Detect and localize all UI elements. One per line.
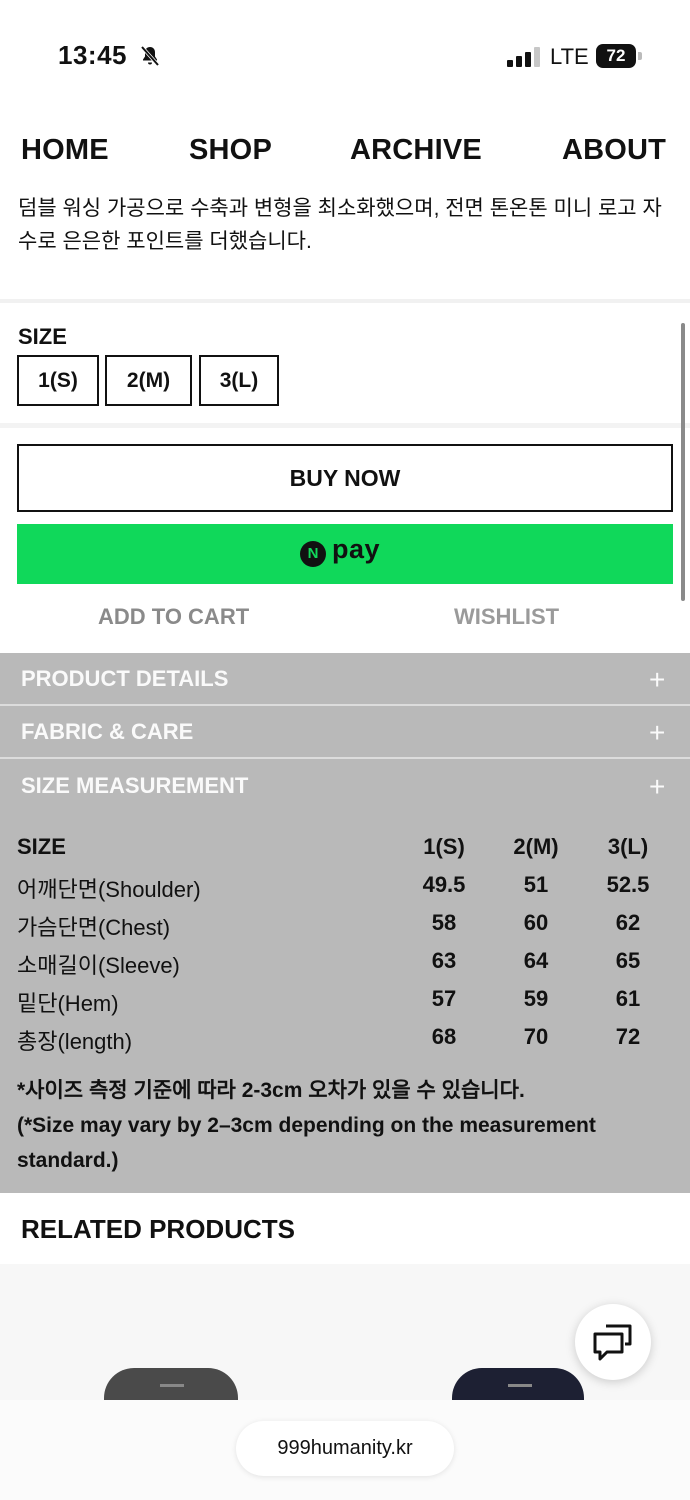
- nav-shop[interactable]: SHOP: [189, 134, 272, 167]
- accordion-title: PRODUCT DETAILS: [21, 666, 229, 691]
- add-to-cart-button[interactable]: ADD TO CART: [98, 604, 249, 630]
- scrollbar[interactable]: [681, 323, 685, 601]
- related-products-title: RELATED PRODUCTS: [21, 1214, 295, 1244]
- table-header-cell: SIZE: [17, 834, 66, 859]
- table-header-row: SIZE 1(S) 2(M) 3(L): [0, 830, 690, 868]
- accordion-size-measurement[interactable]: SIZE MEASUREMENT +: [0, 760, 690, 812]
- battery-level: 72: [606, 46, 626, 65]
- accordion-title: SIZE MEASUREMENT: [21, 773, 249, 798]
- status-bar: 13:45 LTE 72: [0, 0, 690, 100]
- table-header-cell: 3(L): [607, 834, 649, 859]
- table-header-cell: 2(M): [513, 834, 559, 859]
- table-cell: 49.5: [422, 872, 466, 897]
- accordion-product-details[interactable]: PRODUCT DETAILS +: [0, 653, 690, 705]
- size-option-m[interactable]: 2(M): [105, 355, 192, 406]
- table-cell: 64: [523, 948, 549, 973]
- table-cell: 63: [431, 948, 457, 973]
- table-row: 소매길이(Sleeve) 63 64 65: [0, 944, 690, 982]
- table-cell: 58: [431, 910, 457, 935]
- table-cell: 어깨단면(Shoulder): [17, 877, 201, 902]
- nav-about[interactable]: ABOUT: [562, 134, 666, 167]
- table-cell: 65: [615, 948, 641, 973]
- size-note-korean: *사이즈 측정 기준에 따라 2-3cm 오차가 있을 수 있습니다.: [17, 1079, 525, 1102]
- size-note: *사이즈 측정 기준에 따라 2-3cm 오차가 있을 수 있습니다. (*Si…: [17, 1073, 677, 1178]
- size-label: SIZE: [18, 324, 67, 349]
- npay-label: pay: [332, 534, 381, 564]
- table-cell: 소매길이(Sleeve): [17, 953, 180, 978]
- npay-button[interactable]: N pay: [17, 524, 673, 584]
- product-description: 덤블 워싱 가공으로 수축과 변형을 최소화했으며, 전면 톤온톤 미니 로고 …: [18, 197, 662, 253]
- chat-button[interactable]: [575, 1304, 651, 1380]
- table-cell: 총장(length): [17, 1029, 133, 1054]
- table-cell: 52.5: [606, 872, 650, 897]
- table-row: 어깨단면(Shoulder) 49.5 51 52.5: [0, 868, 690, 906]
- divider: [0, 299, 690, 303]
- size-option-l[interactable]: 3(L): [199, 355, 279, 406]
- table-cell: 밑단(Hem): [17, 991, 119, 1016]
- wishlist-button[interactable]: WISHLIST: [454, 604, 559, 630]
- chat-bubbles-icon: [593, 1324, 632, 1361]
- main-nav: HOME SHOP ARCHIVE ABOUT: [0, 134, 690, 174]
- table-cell: 61: [615, 986, 641, 1011]
- battery-icon: 72: [596, 44, 644, 68]
- table-cell: 59: [523, 986, 549, 1011]
- table-cell: 62: [615, 910, 641, 935]
- size-option-s[interactable]: 1(S): [17, 355, 99, 406]
- table-header-cell: 1(S): [423, 834, 465, 859]
- table-cell: 68: [431, 1024, 457, 1049]
- table-row: 밑단(Hem) 57 59 61: [0, 982, 690, 1020]
- address-bar[interactable]: 999humanity.kr: [236, 1421, 454, 1476]
- plus-icon[interactable]: +: [649, 666, 665, 694]
- size-note-english: (*Size may vary by 2–3cm depending on th…: [17, 1114, 596, 1172]
- nav-home[interactable]: HOME: [21, 134, 109, 167]
- table-cell: 57: [431, 986, 457, 1011]
- table-cell: 가슴단면(Chest): [17, 915, 171, 940]
- plus-icon[interactable]: +: [649, 719, 665, 747]
- accordion-fabric-care[interactable]: FABRIC & CARE +: [0, 706, 690, 758]
- plus-icon[interactable]: +: [649, 773, 665, 801]
- table-cell: 72: [615, 1024, 641, 1049]
- bell-slash-icon: [140, 45, 160, 67]
- buy-now-button[interactable]: BUY NOW: [17, 444, 673, 512]
- npay-logo-icon: N: [300, 541, 326, 567]
- network-label: LTE: [550, 44, 589, 69]
- status-time: 13:45: [58, 40, 127, 70]
- table-cell: 70: [523, 1024, 549, 1049]
- table-row: 총장(length) 68 70 72: [0, 1020, 690, 1058]
- divider: [0, 423, 690, 428]
- table-cell: 51: [523, 872, 549, 897]
- signal-icon: [507, 47, 540, 67]
- accordion-title: FABRIC & CARE: [21, 719, 194, 744]
- nav-archive[interactable]: ARCHIVE: [350, 134, 482, 167]
- divider: [0, 757, 690, 759]
- table-row: 가슴단면(Chest) 58 60 62: [0, 906, 690, 944]
- table-cell: 60: [523, 910, 549, 935]
